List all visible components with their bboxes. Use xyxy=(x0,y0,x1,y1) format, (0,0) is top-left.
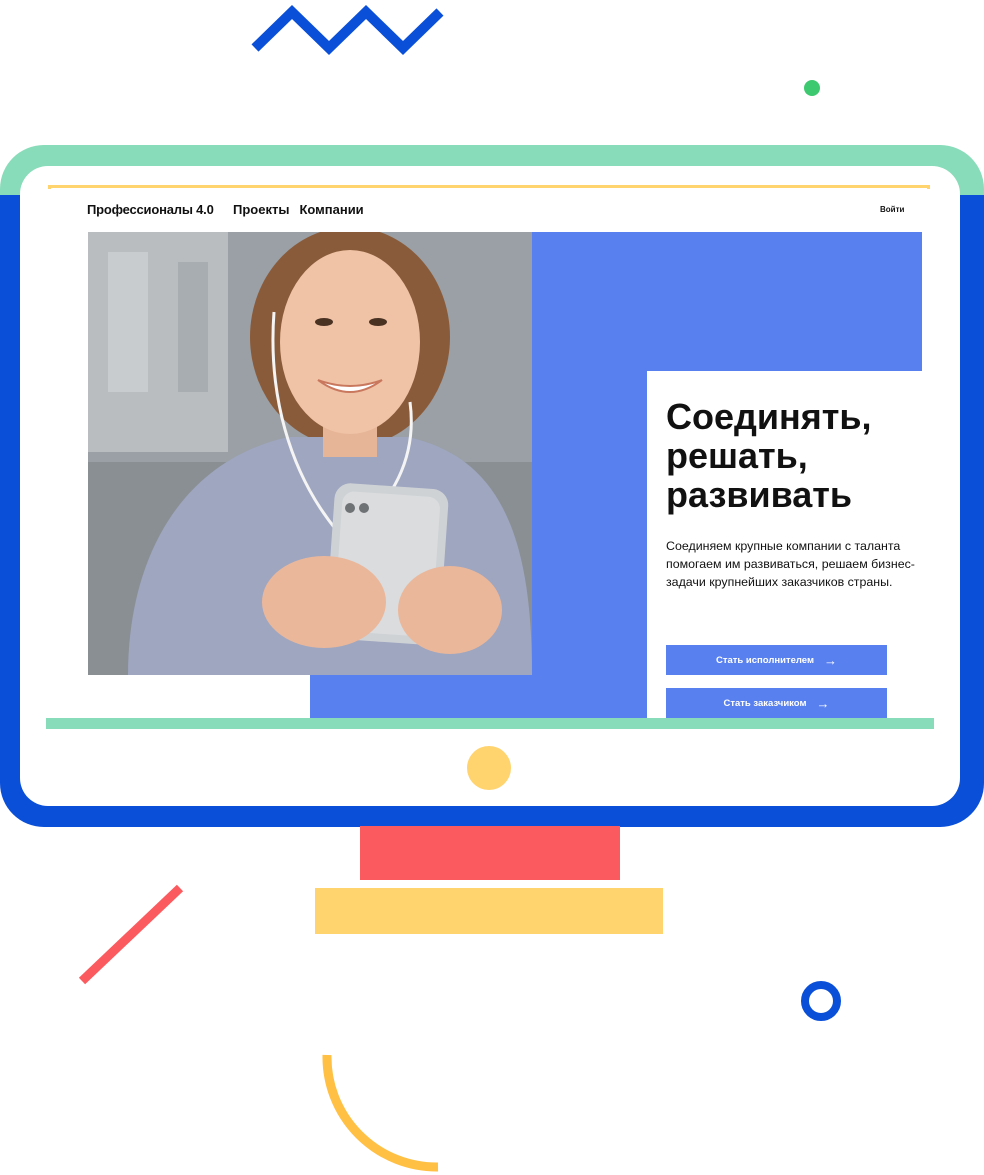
woman-with-phone-illustration xyxy=(88,232,532,675)
blue-ring-decoration xyxy=(801,981,841,1021)
site-logo[interactable]: Профессионалы 4.0 xyxy=(87,202,214,217)
hero-headline: Соединять, решать, развивать xyxy=(666,397,916,514)
headline-line-2: решать, xyxy=(666,435,808,476)
become-contractor-label: Стать исполнителем xyxy=(715,654,814,666)
blue-zigzag-decoration xyxy=(251,5,444,55)
arrow-right-icon: → xyxy=(824,652,837,668)
arrow-right-icon: → xyxy=(816,695,830,711)
hero-description: Соединяем крупные компании с таланта пом… xyxy=(666,539,915,589)
nav-item-projects[interactable]: Проекты xyxy=(233,202,289,217)
become-customer-button[interactable]: Стать заказчиком → xyxy=(666,688,887,718)
headline-line-3: развивать xyxy=(666,474,853,515)
yellow-arc-decoration xyxy=(322,1054,439,1172)
screen-green-bottom-strip xyxy=(46,718,934,729)
monitor-screen: Профессионалы 4.0 Проекты Компании Войти xyxy=(46,189,934,729)
hero-photo xyxy=(88,232,532,675)
become-customer-label: Стать заказчиком xyxy=(723,697,807,709)
become-contractor-button[interactable]: Стать исполнителем → xyxy=(666,645,887,675)
monitor-stand-neck xyxy=(360,826,620,880)
login-link[interactable]: Войти xyxy=(880,205,904,214)
monitor-stand-base xyxy=(315,888,663,934)
monitor-yellow-dot xyxy=(467,746,511,790)
red-slash-decoration xyxy=(78,884,184,985)
nav-item-companies[interactable]: Компании xyxy=(299,202,363,217)
main-nav: Проекты Компании xyxy=(233,202,364,217)
green-dot-decoration xyxy=(804,80,820,96)
headline-line-1: Соединять, xyxy=(666,396,872,437)
